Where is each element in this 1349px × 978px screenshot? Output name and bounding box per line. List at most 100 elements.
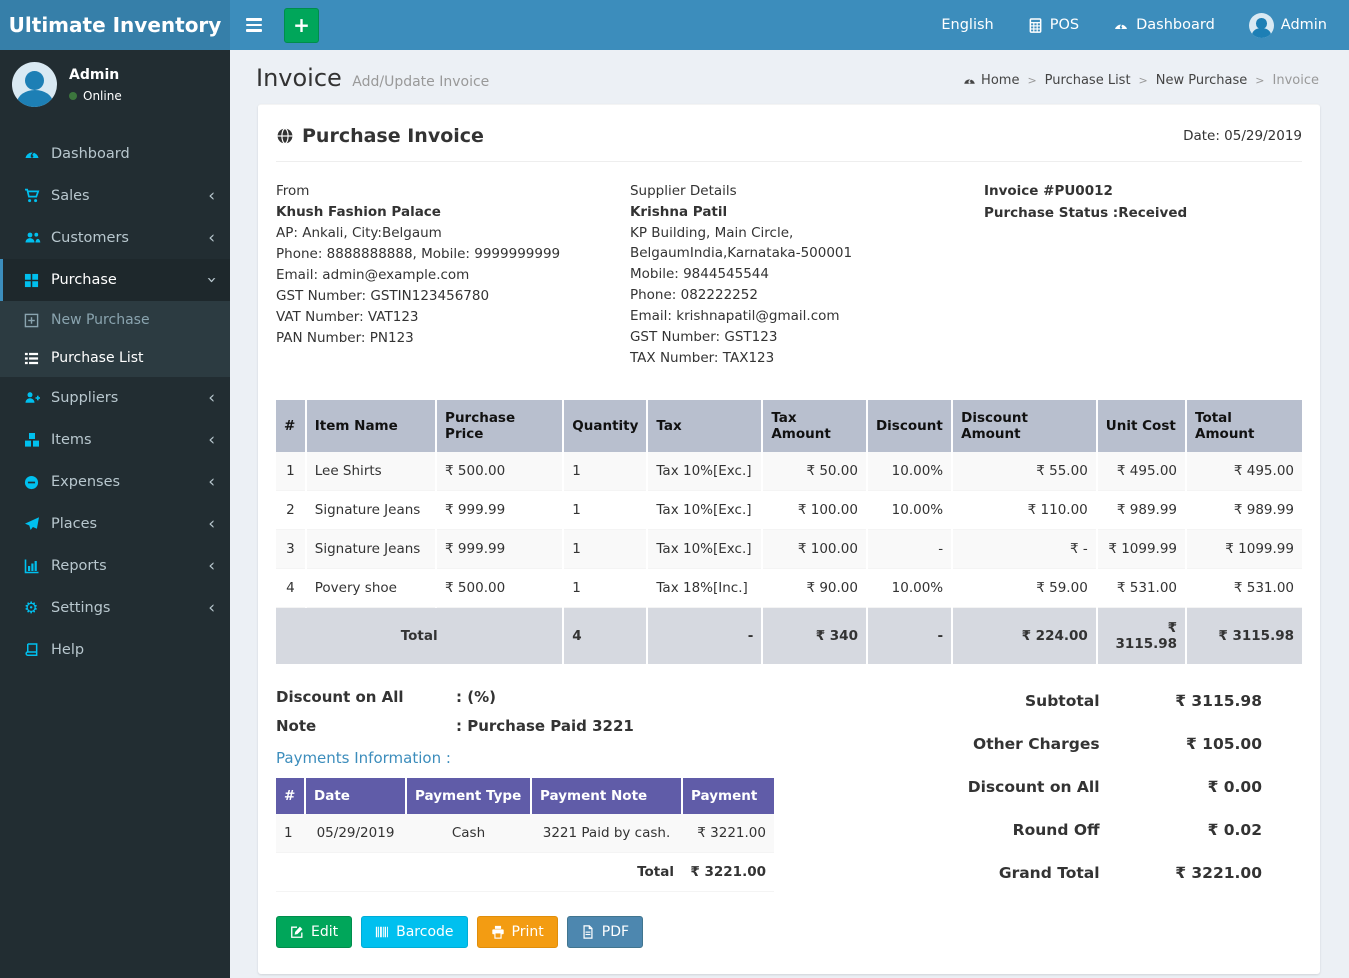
- home-dashboard-icon: [963, 74, 976, 87]
- table-row: 2 Signature Jeans ₹ 999.99 1 Tax 10%[Exc…: [276, 490, 1302, 530]
- content-area: Invoice Add/Update Invoice Home > Purcha…: [230, 50, 1349, 974]
- user-plus-icon: [24, 390, 51, 406]
- sidebar-item-sales[interactable]: Sales ‹: [0, 175, 230, 217]
- chevron-down-icon: ‹: [201, 276, 222, 284]
- pdf-button[interactable]: PDF: [566, 915, 644, 948]
- purchase-status: Purchase Status :Received: [983, 204, 1188, 221]
- from-name: Khush Fashion Palace: [276, 203, 441, 220]
- minus-circle-icon: [24, 475, 51, 490]
- payments-total-row: Total ₹ 3221.00: [276, 852, 774, 892]
- sidebar-item-settings[interactable]: ⚙ Settings ‹: [0, 587, 230, 629]
- top-navbar: Ultimate Inventory + English POS Dashboa…: [0, 0, 1349, 50]
- chevron-left-icon: ‹: [208, 556, 215, 576]
- invoice-panel: Purchase Invoice Date: 05/29/2019 From K…: [258, 104, 1320, 974]
- sidebar-toggle-icon[interactable]: [230, 18, 278, 32]
- payments-header-row: # Date Payment Type Payment Note Payment: [276, 777, 774, 814]
- invoice-number: Invoice #PU0012: [983, 183, 1113, 199]
- calculator-icon: [1028, 17, 1043, 33]
- cart-icon: [24, 188, 51, 204]
- grid-icon: [24, 273, 51, 288]
- online-dot-icon: [69, 91, 77, 100]
- dashboard-link[interactable]: Dashboard: [1113, 17, 1215, 33]
- book-icon: [24, 642, 51, 658]
- sidebar-item-suppliers[interactable]: Suppliers ‹: [0, 377, 230, 419]
- pos-link[interactable]: POS: [1028, 17, 1079, 33]
- user-panel: Admin Online: [0, 50, 230, 119]
- payments-heading: Payments Information :: [276, 748, 451, 767]
- summary-subtotal: Subtotal ₹ 3115.98: [1025, 691, 1262, 710]
- breadcrumb: Home > Purchase List > New Purchase > In…: [963, 73, 1319, 92]
- table-row: 3 Signature Jeans ₹ 999.99 1 Tax 10%[Exc…: [276, 529, 1302, 569]
- cubes-icon: [24, 432, 51, 448]
- quick-add-button[interactable]: +: [284, 7, 319, 43]
- items-table: # Item Name Purchase Price Quantity Tax …: [276, 399, 1302, 664]
- purchase-submenu: New Purchase Purchase List: [0, 301, 230, 377]
- table-row: 1 05/29/2019 Cash 3221 Paid by cash. ₹ 3…: [276, 813, 774, 853]
- user-status[interactable]: Online: [69, 89, 122, 103]
- from-block: From Khush Fashion Palace AP: Ankali, Ci…: [276, 182, 630, 370]
- chevron-left-icon: ‹: [208, 186, 215, 206]
- sidebar-item-customers[interactable]: Customers ‹: [0, 217, 230, 259]
- chevron-left-icon: ‹: [208, 598, 215, 618]
- sidebar-item-reports[interactable]: Reports ‹: [0, 545, 230, 587]
- printer-icon: [491, 925, 505, 939]
- breadcrumb-separator: >: [1027, 74, 1037, 87]
- chevron-left-icon: ‹: [208, 228, 215, 248]
- user-name: Admin: [69, 66, 120, 83]
- chevron-left-icon: ‹: [208, 430, 215, 450]
- table-row: 4 Povery shoe ₹ 500.00 1 Tax 18%[Inc.] ₹…: [276, 568, 1302, 608]
- sidebar-item-expenses[interactable]: Expenses ‹: [0, 461, 230, 503]
- avatar: [12, 62, 57, 107]
- sidebar: Admin Online Dashboard Sales ‹ Customers: [0, 50, 230, 978]
- speedometer-icon: [24, 146, 51, 162]
- bar-chart-icon: [24, 558, 51, 574]
- barcode-button[interactable]: Barcode: [361, 915, 468, 948]
- summary-other-charges: Other Charges ₹ 105.00: [973, 734, 1262, 753]
- supplier-block: Supplier Details Krishna Patil KP Buildi…: [630, 182, 984, 370]
- language-menu[interactable]: English: [941, 17, 993, 33]
- sidebar-item-purchase-list[interactable]: Purchase List: [0, 339, 230, 377]
- paper-plane-icon: [24, 516, 51, 532]
- note-row: Note : Purchase Paid 3221: [276, 716, 634, 735]
- barcode-icon: [375, 925, 389, 939]
- globe-icon: [276, 127, 294, 145]
- user-menu[interactable]: Admin: [1248, 12, 1327, 38]
- sidebar-item-new-purchase[interactable]: New Purchase: [0, 301, 230, 339]
- summary-discount-on-all: Discount on All ₹ 0.00: [967, 777, 1262, 796]
- page-title: Invoice: [256, 64, 342, 92]
- edit-button[interactable]: Edit: [276, 915, 353, 948]
- items-total-row: Total 4 - ₹ 340 - ₹ 224.00 ₹ 3115.98 ₹ 3…: [276, 607, 1302, 664]
- breadcrumb-separator: >: [1255, 74, 1265, 87]
- sidebar-item-places[interactable]: Places ‹: [0, 503, 230, 545]
- pencil-icon: [290, 925, 304, 939]
- breadcrumb-current: Invoice: [1272, 73, 1319, 88]
- breadcrumb-purchase-list[interactable]: Purchase List: [1045, 73, 1131, 88]
- dashboard-icon: [1113, 17, 1129, 33]
- chevron-left-icon: ‹: [208, 388, 215, 408]
- breadcrumb-home[interactable]: Home: [963, 73, 1019, 88]
- supplier-name: Krishna Patil: [629, 203, 728, 220]
- invoice-date: Date: 05/29/2019: [1183, 128, 1302, 144]
- breadcrumb-new-purchase[interactable]: New Purchase: [1156, 73, 1248, 88]
- file-pdf-icon: [581, 924, 595, 939]
- payments-table: # Date Payment Type Payment Note Payment…: [276, 777, 774, 892]
- sidebar-item-items[interactable]: Items ‹: [0, 419, 230, 461]
- divider: [276, 161, 1302, 162]
- page-subtitle: Add/Update Invoice: [352, 74, 490, 90]
- print-button[interactable]: Print: [476, 915, 558, 948]
- breadcrumb-separator: >: [1138, 74, 1148, 87]
- items-header-row: # Item Name Purchase Price Quantity Tax …: [276, 399, 1302, 452]
- sidebar-item-purchase[interactable]: Purchase ‹: [0, 259, 230, 301]
- avatar: [1248, 12, 1274, 38]
- brand-logo[interactable]: Ultimate Inventory: [0, 0, 230, 50]
- summary-grand-total: Grand Total ₹ 3221.00: [998, 863, 1262, 882]
- plus-square-icon: [24, 313, 51, 328]
- invoice-meta-block: Invoice #PU0012 Purchase Status :Receive…: [984, 182, 1302, 370]
- summary-round-off: Round Off ₹ 0.02: [1012, 820, 1262, 839]
- table-row: 1 Lee Shirts ₹ 500.00 1 Tax 10%[Exc.] ₹ …: [276, 451, 1302, 491]
- users-icon: [24, 230, 51, 246]
- chevron-left-icon: ‹: [208, 514, 215, 534]
- chevron-left-icon: ‹: [208, 472, 215, 492]
- sidebar-item-dashboard[interactable]: Dashboard: [0, 133, 230, 175]
- sidebar-item-help[interactable]: Help: [0, 629, 230, 671]
